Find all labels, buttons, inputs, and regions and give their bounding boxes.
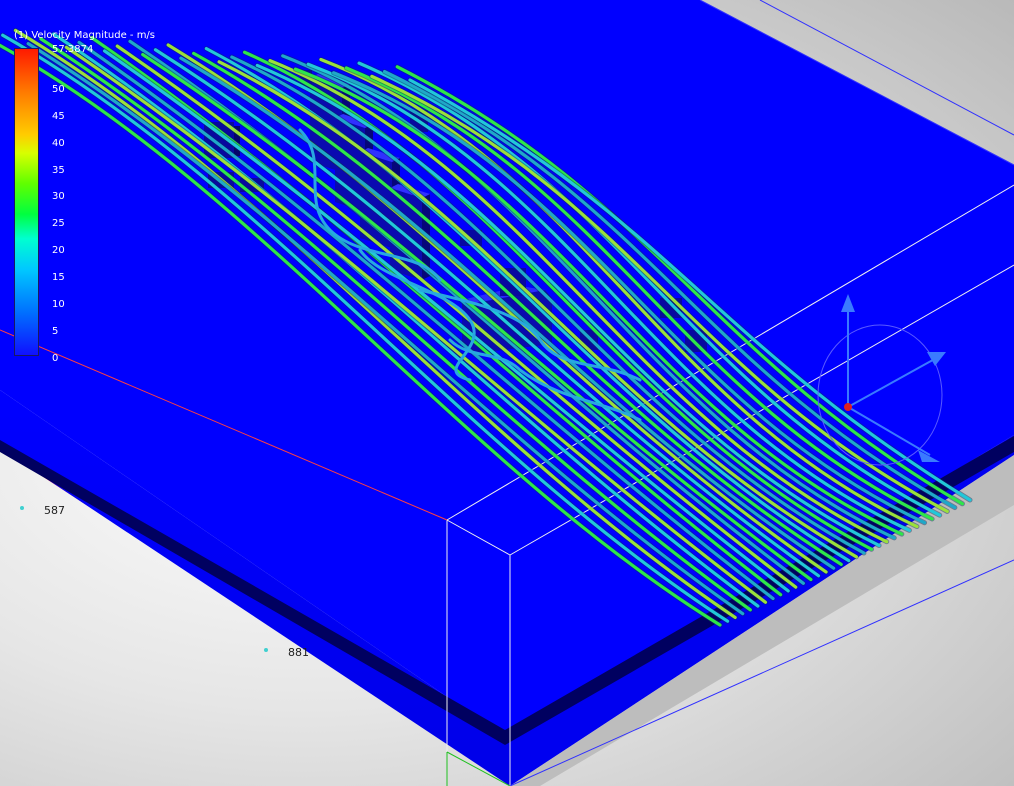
- legend-tick: 40: [52, 138, 65, 149]
- legend-tick: 20: [52, 245, 65, 256]
- legend-tick: 35: [52, 165, 65, 176]
- dimension-label-length: 881: [288, 646, 309, 659]
- velocity-legend: (1) Velocity Magnitude - m/s 57.3874 50 …: [10, 28, 190, 368]
- legend-tick: 5: [52, 326, 59, 337]
- legend-colorbar: [14, 48, 39, 356]
- legend-tick: 45: [52, 111, 65, 122]
- legend-tick: 10: [52, 299, 65, 310]
- dimension-label-width: 587: [44, 504, 65, 517]
- legend-tick: 0: [52, 353, 59, 364]
- dimension-marker: [20, 506, 24, 510]
- legend-tick: 25: [52, 218, 65, 229]
- legend-tick: 30: [52, 191, 65, 202]
- dimension-marker: [264, 648, 268, 652]
- legend-tick: 15: [52, 272, 65, 283]
- legend-title: (1) Velocity Magnitude - m/s: [14, 30, 156, 41]
- legend-max-value: 57.3874: [52, 44, 94, 55]
- legend-tick: 50: [52, 84, 65, 95]
